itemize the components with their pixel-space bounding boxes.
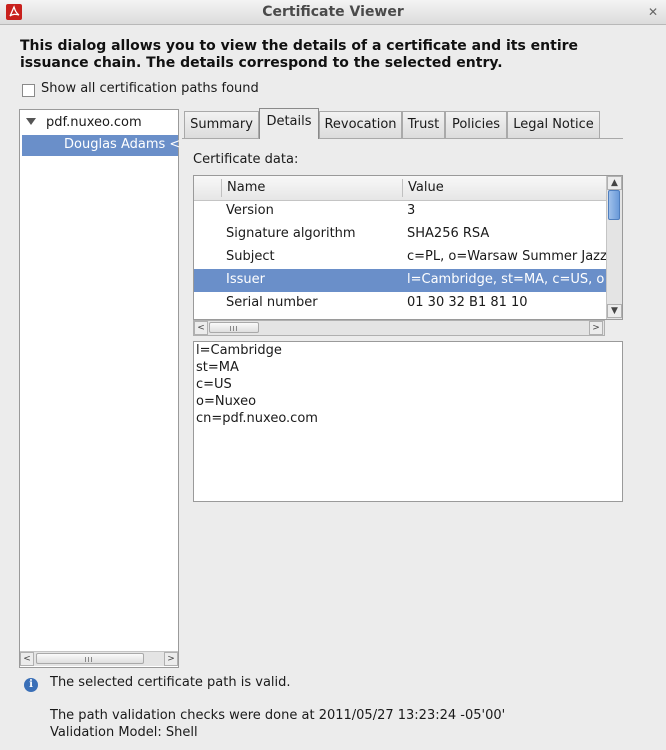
show-all-paths-checkbox[interactable] [22, 84, 35, 97]
column-separator[interactable] [402, 179, 403, 197]
tab-details[interactable]: Details [259, 108, 319, 139]
column-separator [221, 179, 222, 197]
tree-node-selected[interactable]: Douglas Adams < [22, 135, 181, 156]
detail-line: cn=pdf.nuxeo.com [196, 411, 318, 426]
field-value: SHA256 RSA [407, 226, 490, 241]
expand-arrow-icon[interactable] [26, 118, 36, 125]
table-row[interactable]: Version 3 [194, 200, 606, 223]
scroll-thumb[interactable] [608, 190, 620, 220]
field-name: Issuer [226, 272, 265, 287]
close-icon[interactable]: ✕ [646, 5, 660, 19]
window-title: Certificate Viewer [262, 4, 404, 20]
grip [85, 657, 86, 662]
certificate-chain-tree[interactable]: pdf.nuxeo.com Douglas Adams < < > [19, 109, 181, 668]
grip [230, 326, 231, 331]
right-arrow-icon[interactable]: > [164, 652, 178, 666]
left-arrow-icon[interactable]: < [20, 652, 34, 666]
certificate-fields-table[interactable]: Name Value Version 3 Signature algorithm… [193, 175, 623, 320]
field-name: Serial number [226, 295, 318, 310]
title-bar: Certificate Viewer ✕ [0, 0, 666, 25]
table-horizontal-scrollbar[interactable]: < > [193, 320, 605, 336]
show-all-paths-label[interactable]: Show all certification paths found [41, 81, 259, 96]
field-name: Subject [226, 249, 275, 264]
tree-node-label: Douglas Adams < [64, 137, 181, 152]
detail-line: o=Nuxeo [196, 394, 257, 409]
tree-node-label: pdf.nuxeo.com [46, 115, 142, 130]
table-row-selected[interactable]: Issuer l=Cambridge, st=MA, c=US, o [194, 269, 606, 292]
grip [88, 657, 89, 662]
up-arrow-icon[interactable]: ▲ [607, 176, 622, 190]
certificate-data-label: Certificate data: [193, 152, 299, 167]
tab-revocation[interactable]: Revocation [319, 111, 402, 138]
left-arrow-icon[interactable]: < [194, 321, 208, 335]
tree-horizontal-scrollbar[interactable]: < > [20, 651, 178, 666]
field-value: 3 [407, 203, 416, 218]
field-detail-textarea[interactable]: l=Cambridge st=MA c=US o=Nuxeo cn=pdf.nu… [193, 341, 623, 502]
field-name: Signature algorithm [226, 226, 356, 241]
column-header-value[interactable]: Value [408, 180, 444, 195]
field-value: c=PL, o=Warsaw Summer Jazz [407, 249, 606, 264]
tree-node-root[interactable]: pdf.nuxeo.com [26, 114, 176, 134]
field-value: 01 30 32 B1 81 10 [407, 295, 528, 310]
down-arrow-icon[interactable]: ▼ [607, 304, 622, 318]
right-arrow-icon[interactable]: > [589, 321, 603, 335]
table-vertical-scrollbar[interactable]: ▲ ▼ [606, 176, 622, 319]
tab-trust[interactable]: Trust [402, 111, 445, 138]
scroll-thumb[interactable] [36, 653, 144, 664]
tab-summary[interactable]: Summary [184, 111, 259, 138]
validation-model: Validation Model: Shell [50, 725, 198, 740]
validation-time: The path validation checks were done at … [50, 708, 506, 723]
table-row[interactable]: Serial number 01 30 32 B1 81 10 [194, 292, 606, 315]
grip [236, 326, 237, 331]
field-name: Version [226, 203, 274, 218]
column-header-name[interactable]: Name [227, 180, 265, 195]
field-value: l=Cambridge, st=MA, c=US, o [407, 272, 605, 287]
table-row[interactable]: Signature algorithm SHA256 RSA [194, 223, 606, 246]
intro-text: This dialog allows you to view the detai… [20, 38, 579, 71]
validity-status: The selected certificate path is valid. [50, 675, 291, 690]
grip [91, 657, 92, 662]
grip [233, 326, 234, 331]
tab-policies[interactable]: Policies [445, 111, 507, 138]
info-icon: i [24, 678, 38, 692]
table-row[interactable]: Subject c=PL, o=Warsaw Summer Jazz [194, 246, 606, 269]
tab-legal-notice[interactable]: Legal Notice [507, 111, 600, 138]
detail-line: l=Cambridge [196, 343, 282, 358]
scroll-thumb[interactable] [209, 322, 259, 333]
detail-line: st=MA [196, 360, 239, 375]
detail-line: c=US [196, 377, 232, 392]
table-header: Name Value [194, 176, 606, 201]
